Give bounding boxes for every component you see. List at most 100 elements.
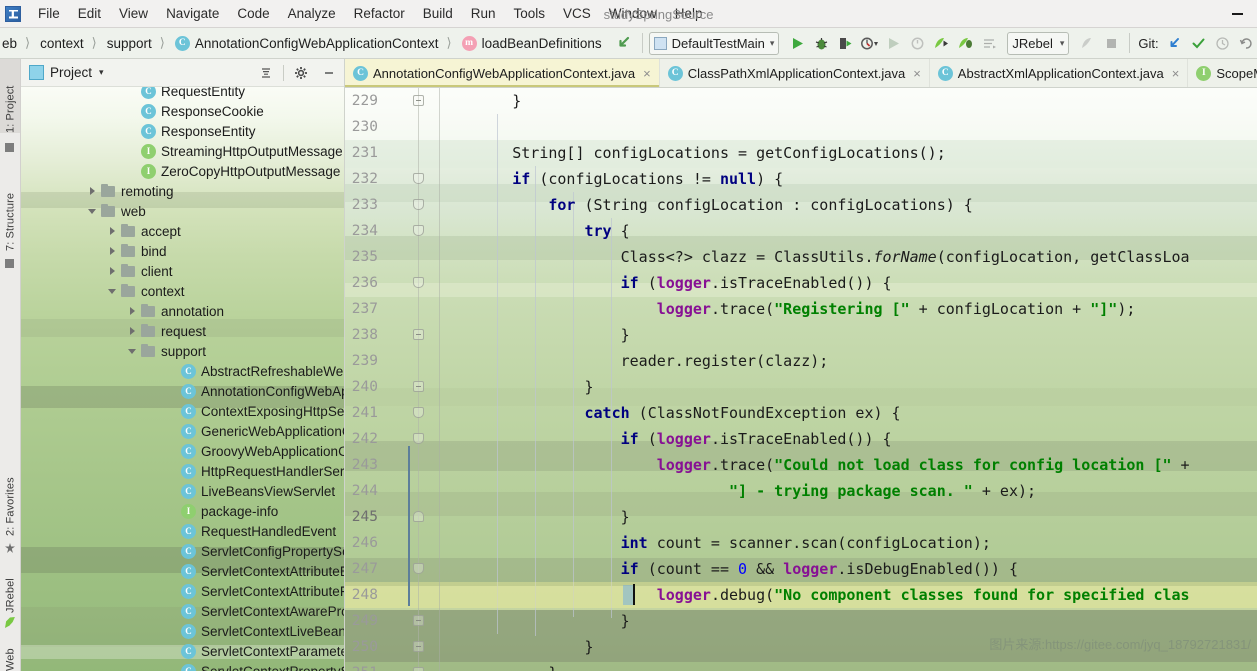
- project-tree[interactable]: C RequestEntity C ResponseCookie C ResponseEn…: [21, 87, 344, 671]
- code-fold-toggle[interactable]: [413, 563, 424, 574]
- code-fold-toggle[interactable]: [413, 277, 424, 288]
- rerun-icon[interactable]: [881, 31, 905, 55]
- tree-node-class[interactable]: C GroovyWebApplicationCor: [21, 441, 344, 461]
- tree-node-class[interactable]: C ServletContextAwareProce: [21, 601, 344, 621]
- tree-node-class[interactable]: C ServletContextAttributeFac: [21, 581, 344, 601]
- more-run-icon[interactable]: [977, 31, 1001, 55]
- update-project-icon[interactable]: [1163, 31, 1187, 55]
- sidebar-item-project[interactable]: 1: Project: [0, 59, 20, 133]
- code-fold-toggle[interactable]: [413, 199, 424, 210]
- tree-node-class[interactable]: C ContextExposingHttpServle: [21, 401, 344, 421]
- rollback-icon[interactable]: [1235, 31, 1257, 55]
- jrebel-run-icon[interactable]: [929, 31, 953, 55]
- tree-node-class[interactable]: C GenericWebApplicationCo: [21, 421, 344, 441]
- breadcrumb-item-context[interactable]: context ⟩: [38, 35, 105, 51]
- code-fold-toggle[interactable]: [413, 641, 424, 652]
- chevron-down-icon[interactable]: [87, 206, 98, 217]
- code-fold-toggle[interactable]: [413, 433, 424, 444]
- tree-node-folder[interactable]: request: [21, 321, 344, 341]
- chevron-right-icon[interactable]: [107, 246, 118, 257]
- code-editor[interactable]: 229 230 231 232 233 234 235 236 237 238 239 240 241 2…: [345, 88, 1257, 671]
- code-lines[interactable]: } String[] configLocations = getConfigLo…: [440, 88, 1257, 671]
- breadcrumb-item-class[interactable]: C AnnotationConfigWebApplicationContext …: [173, 35, 460, 51]
- jrebel-stop-icon[interactable]: [1075, 31, 1099, 55]
- editor-tab[interactable]: C AbstractXmlApplicationContext.java ×: [930, 59, 1189, 87]
- tree-node-folder[interactable]: support: [21, 341, 344, 361]
- menu-help[interactable]: Help: [666, 3, 712, 24]
- commit-icon[interactable]: [1187, 31, 1211, 55]
- code-fold-toggle[interactable]: [413, 95, 424, 106]
- chevron-right-icon[interactable]: [107, 226, 118, 237]
- editor-tab[interactable]: IScopeMeta: [1188, 59, 1257, 87]
- tree-node-class[interactable]: C ResponseEntity: [21, 121, 344, 141]
- tree-node-class[interactable]: C AnnotationConfigWebApp: [21, 381, 344, 401]
- run-with-coverage-icon[interactable]: [833, 31, 857, 55]
- attach-icon[interactable]: [905, 31, 929, 55]
- code-fold-toggle[interactable]: [413, 407, 424, 418]
- jrebel-selector[interactable]: JRebel ▾: [1007, 31, 1070, 55]
- jrebel-debug-icon[interactable]: [953, 31, 977, 55]
- menu-edit[interactable]: Edit: [69, 3, 110, 24]
- tree-node-class[interactable]: C ServletContextLiveBeansVi: [21, 621, 344, 641]
- debug-icon[interactable]: [809, 31, 833, 55]
- sidebar-item-favorites[interactable]: 2: Favorites: [0, 444, 20, 536]
- menu-window[interactable]: Window: [600, 3, 666, 24]
- menu-run[interactable]: Run: [462, 3, 505, 24]
- chevron-down-icon[interactable]: [127, 346, 138, 357]
- tree-node-interface[interactable]: I StreamingHttpOutputMessage: [21, 141, 344, 161]
- tree-node-folder[interactable]: bind: [21, 241, 344, 261]
- tree-node-folder[interactable]: context: [21, 281, 344, 301]
- tree-node-folder[interactable]: accept: [21, 221, 344, 241]
- menu-navigate[interactable]: Navigate: [157, 3, 228, 24]
- editor-gutter[interactable]: 229 230 231 232 233 234 235 236 237 238 239 240 241 2…: [345, 88, 440, 671]
- tree-node-folder[interactable]: annotation: [21, 301, 344, 321]
- close-icon[interactable]: ×: [643, 66, 651, 81]
- chevron-right-icon[interactable]: [107, 266, 118, 277]
- chevron-right-icon[interactable]: [87, 186, 98, 197]
- tree-node-class[interactable]: C RequestEntity: [21, 87, 344, 101]
- code-fold-toggle[interactable]: [413, 173, 424, 184]
- breadcrumb-item-support[interactable]: support ⟩: [105, 35, 173, 51]
- menu-build[interactable]: Build: [414, 3, 462, 24]
- tree-node-class[interactable]: C AbstractRefreshableWebA: [21, 361, 344, 381]
- hide-panel-icon[interactable]: [318, 62, 340, 84]
- tree-node-class[interactable]: C ServletContextPropertySou: [21, 661, 344, 671]
- collapse-all-icon[interactable]: [255, 62, 277, 84]
- close-icon[interactable]: ×: [1172, 66, 1180, 81]
- minimize-button[interactable]: [1217, 0, 1257, 28]
- code-fold-toggle[interactable]: [413, 381, 424, 392]
- tree-node-class[interactable]: C LiveBeansViewServlet: [21, 481, 344, 501]
- chevron-down-icon[interactable]: ▾: [99, 67, 104, 78]
- sidebar-item-structure[interactable]: 7: Structure: [0, 163, 20, 251]
- tree-node-folder[interactable]: web: [21, 201, 344, 221]
- breadcrumb-item-method[interactable]: m loadBeanDefinitions: [460, 35, 604, 51]
- code-fold-toggle[interactable]: [413, 667, 424, 671]
- tree-node-class[interactable]: C HttpRequestHandlerServle: [21, 461, 344, 481]
- tree-node-class[interactable]: C ServletContextAttributeExp: [21, 561, 344, 581]
- menu-analyze[interactable]: Analyze: [279, 3, 345, 24]
- code-fold-toggle[interactable]: [413, 511, 424, 522]
- chevron-right-icon[interactable]: [127, 326, 138, 337]
- back-arrow-icon[interactable]: [612, 31, 636, 55]
- menu-view[interactable]: View: [110, 3, 157, 24]
- editor-tab[interactable]: C AnnotationConfigWebApplicationContext.j…: [345, 59, 660, 87]
- editor-tab[interactable]: C ClassPathXmlApplicationContext.java ×: [660, 59, 930, 87]
- chevron-right-icon[interactable]: [127, 306, 138, 317]
- tree-node-interface[interactable]: Ipackage-info: [21, 501, 344, 521]
- sidebar-item-web[interactable]: Web: [0, 635, 20, 671]
- tree-node-class[interactable]: C ServletConfigPropertySour: [21, 541, 344, 561]
- run-icon[interactable]: [785, 31, 809, 55]
- code-fold-toggle[interactable]: [413, 329, 424, 340]
- history-icon[interactable]: [1211, 31, 1235, 55]
- editor-tab-bar[interactable]: C AnnotationConfigWebApplicationContext.j…: [345, 59, 1257, 88]
- menu-file[interactable]: File: [29, 3, 69, 24]
- menu-vcs[interactable]: VCS: [554, 3, 600, 24]
- menu-code[interactable]: Code: [228, 3, 278, 24]
- tree-node-folder[interactable]: client: [21, 261, 344, 281]
- tree-node-class[interactable]: C ServletContextParameterFa: [21, 641, 344, 661]
- tree-node-interface[interactable]: I ZeroCopyHttpOutputMessage: [21, 161, 344, 181]
- stop-icon[interactable]: [1099, 31, 1123, 55]
- profile-icon[interactable]: [857, 31, 881, 55]
- code-fold-toggle[interactable]: [413, 225, 424, 236]
- code-fold-toggle[interactable]: [413, 615, 424, 626]
